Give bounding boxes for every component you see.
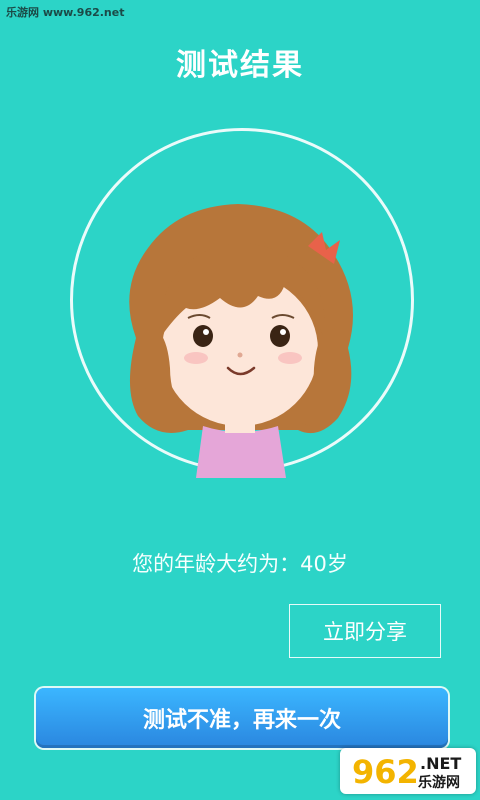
- logo-site: 乐游网: [418, 775, 460, 791]
- age-result-text: 您的年龄大约为：40岁: [132, 552, 348, 576]
- logo-net: .NET: [420, 754, 462, 773]
- site-logo: 962 .NET 乐游网: [340, 748, 476, 794]
- retry-test-button[interactable]: 测试不准，再来一次: [36, 688, 448, 748]
- logo-number: 962: [352, 753, 419, 791]
- avatar-icon: [129, 204, 353, 478]
- page-title: 测试结果: [176, 48, 304, 83]
- share-button[interactable]: 立即分享: [289, 604, 441, 658]
- site-watermark: 乐游网 www.962.net: [6, 6, 125, 19]
